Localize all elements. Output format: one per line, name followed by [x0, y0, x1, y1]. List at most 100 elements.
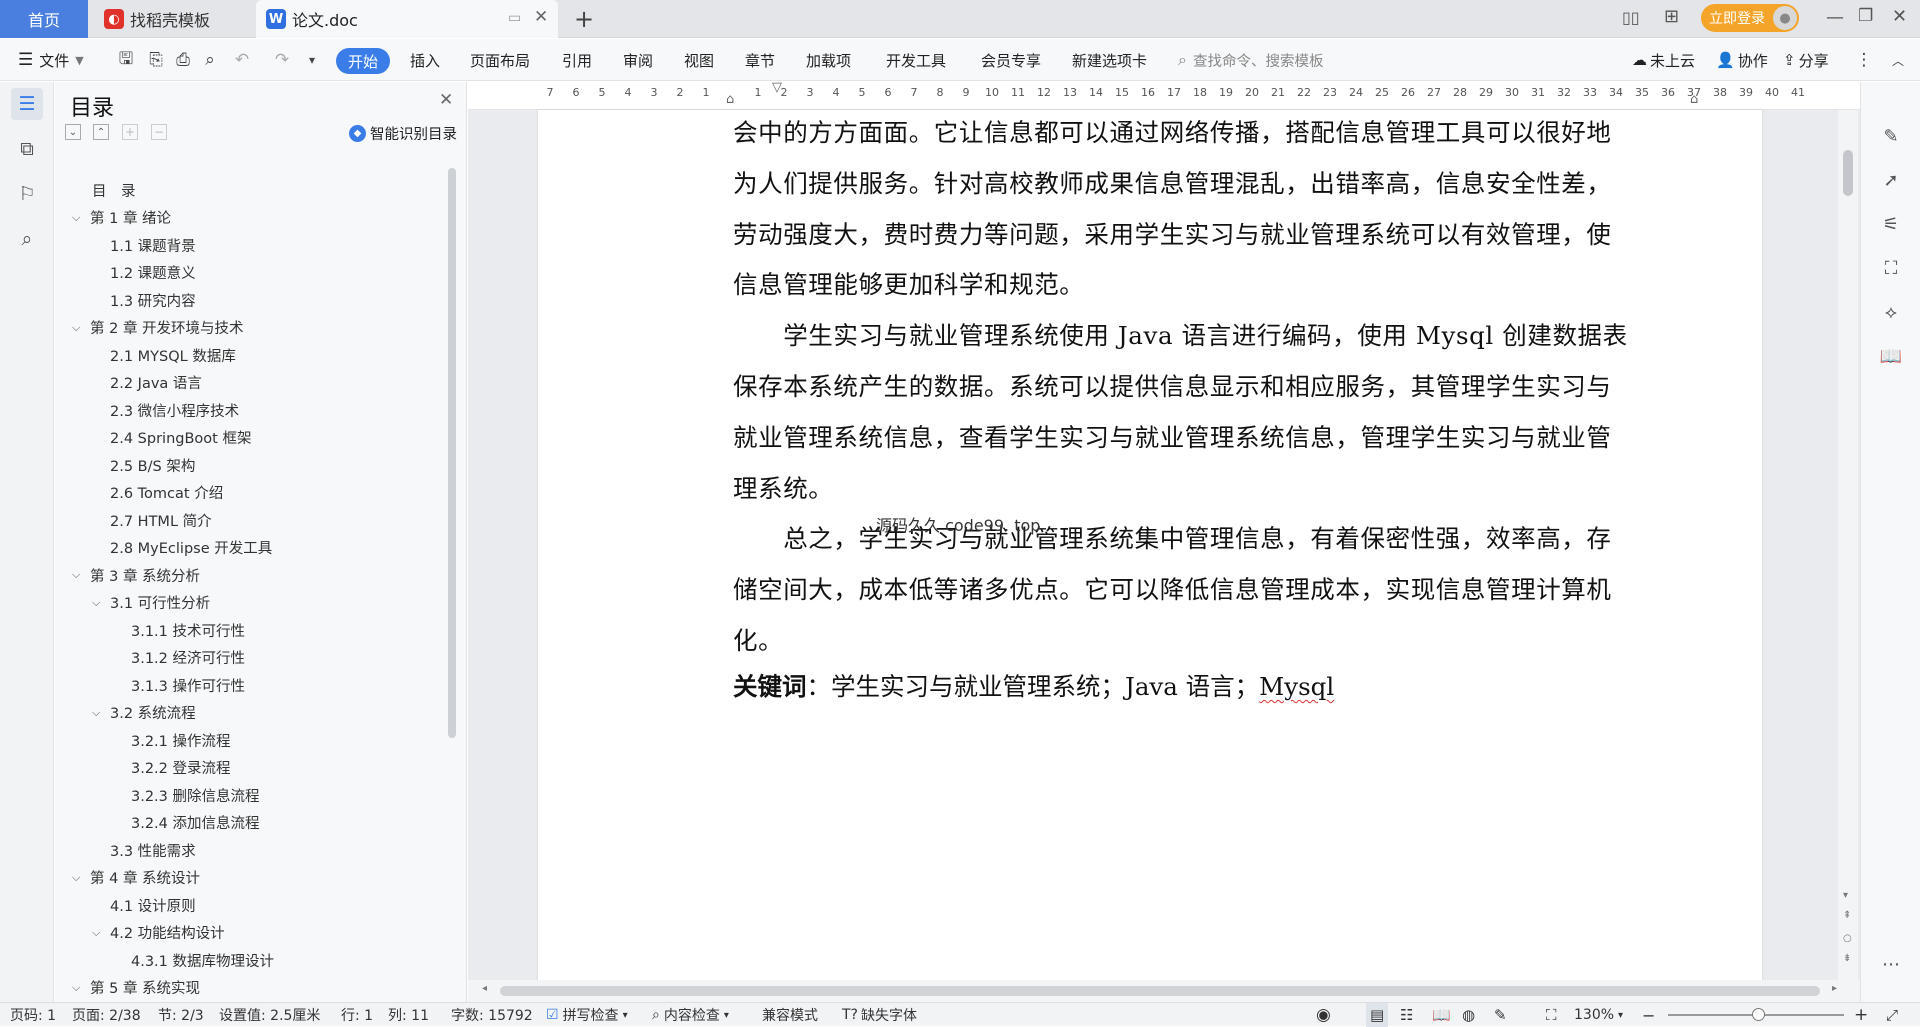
write-mode-icon[interactable]: ✎ [1494, 1003, 1507, 1027]
indent-marker-icon[interactable]: ⌂ [726, 92, 734, 107]
cloud-status-button[interactable]: ☁ 未上云 [1632, 39, 1695, 81]
smart-toc-button[interactable]: ◆ 智能识别目录 [349, 123, 457, 144]
toc-item[interactable]: ⌵ 第 3 章 系统分析 [72, 562, 200, 588]
minimize-icon[interactable]: — [1826, 7, 1844, 28]
toc-item[interactable]: 2.1 MYSQL 数据库 [110, 342, 236, 368]
image-edit-icon[interactable]: ⛶ [1879, 256, 1903, 280]
add-heading-icon[interactable]: + [122, 124, 138, 140]
status-setting[interactable]: 设置值: 2.5厘米 [219, 1003, 320, 1027]
toc-item[interactable]: ⌵ 4.2 功能结构设计 [92, 920, 225, 946]
undo-icon[interactable]: ↶ [232, 50, 252, 70]
collapse-all-icon[interactable]: ⌃ [93, 124, 109, 140]
status-col[interactable]: 列: 11 [388, 1003, 429, 1027]
save-icon[interactable]: 🖫 [116, 49, 136, 70]
status-row[interactable]: 行: 1 [341, 1003, 373, 1027]
chevron-down-icon[interactable]: ⌵ [92, 706, 110, 720]
command-search[interactable]: ⌕ 查找命令、搜索模板 [1178, 39, 1323, 81]
eye-protect-icon[interactable]: ◉ [1316, 1003, 1331, 1027]
content-check-button[interactable]: ⌕ 内容检查 ▾ [652, 1003, 729, 1027]
zoom-slider-handle[interactable] [1752, 1008, 1765, 1021]
toc-item[interactable]: ⌵ 3.1 可行性分析 [92, 590, 210, 616]
zoom-select[interactable]: 130% ▾ [1574, 1003, 1623, 1027]
tab-reference[interactable]: 引用 [562, 39, 592, 81]
chevron-down-icon[interactable]: ⌵ [72, 568, 90, 582]
toc-item[interactable]: 2.6 Tomcat 介绍 [110, 480, 223, 506]
tab-page-layout[interactable]: 页面布局 [470, 39, 530, 81]
toc-item[interactable]: ⌵ 3.2 系统流程 [92, 700, 196, 726]
pin-window-icon[interactable]: ▭ [508, 10, 521, 26]
tab-template[interactable]: ◐ 找稻壳模板 [92, 0, 252, 38]
tab-insert[interactable]: 插入 [410, 39, 440, 81]
web-view-icon[interactable]: ◍ [1462, 1003, 1475, 1027]
toc-item[interactable]: 2.7 HTML 简介 [110, 507, 212, 533]
scroll-down-icon[interactable]: ▾ [1843, 890, 1848, 901]
chevron-down-icon[interactable]: ⌵ [72, 981, 90, 995]
collapse-ribbon-icon[interactable]: ︿ [1888, 50, 1908, 70]
tab-new-tab[interactable]: 新建选项卡 [1072, 39, 1147, 81]
chevron-down-icon[interactable]: ⌵ [72, 211, 90, 225]
status-page[interactable]: 页面: 2/38 [72, 1003, 141, 1027]
login-button[interactable]: 立即登录 ● [1701, 4, 1799, 32]
export-pdf-icon[interactable]: ⎘ [146, 50, 166, 70]
toc-item[interactable]: 2.2 Java 语言 [110, 370, 202, 396]
scroll-right-icon[interactable]: ▸ [1832, 983, 1837, 994]
toc-item[interactable]: 3.2.2 登录流程 [131, 755, 231, 781]
toc-item[interactable]: 3.2.4 添加信息流程 [131, 810, 260, 836]
share-button[interactable]: ⇪ 分享 [1783, 39, 1829, 81]
next-page-icon[interactable]: ⇟ [1843, 953, 1851, 964]
toc-item[interactable]: ⌵ 第 4 章 系统设计 [72, 865, 200, 891]
toc-item[interactable]: 2.3 微信小程序技术 [110, 397, 239, 423]
select-cursor-icon[interactable]: ➚ [1879, 168, 1903, 192]
close-window-icon[interactable]: ✕ [1892, 6, 1907, 27]
navigation-icon[interactable]: ⧉ [11, 133, 43, 165]
tab-member[interactable]: 会员专享 [981, 39, 1041, 81]
collab-button[interactable]: 👤 协作 [1716, 39, 1768, 81]
prev-page-icon[interactable]: ⇞ [1843, 910, 1851, 921]
apps-grid-icon[interactable]: ⊞ [1664, 6, 1679, 27]
bookmark-icon[interactable]: ⚐ [11, 178, 43, 210]
status-page-code[interactable]: 页码: 1 [10, 1003, 56, 1027]
tab-view[interactable]: 视图 [684, 39, 714, 81]
toc-item[interactable]: 4.3.1 数据库物理设计 [131, 947, 274, 973]
remove-heading-icon[interactable]: − [151, 124, 167, 140]
find-icon[interactable]: ⌕ [11, 223, 43, 255]
chevron-down-icon[interactable]: ⌵ [72, 321, 90, 335]
toc-scrollbar[interactable] [448, 168, 456, 738]
print-preview-icon[interactable]: ⌕ [200, 50, 220, 70]
tab-start[interactable]: 开始 [336, 48, 390, 74]
fit-page-icon[interactable]: ⛶ [1546, 1003, 1557, 1027]
toc-item[interactable]: 3.2.1 操作流程 [131, 727, 231, 753]
horizontal-scrollbar[interactable]: ◂ ▸ [468, 980, 1860, 1002]
toc-item[interactable]: ⌵ 第 5 章 系统实现 [72, 975, 200, 1001]
layout-icon[interactable]: ▯▯ [1622, 8, 1640, 27]
status-section[interactable]: 节: 2/3 [158, 1003, 204, 1027]
tab-dev-tools[interactable]: 开发工具 [886, 39, 946, 81]
chevron-down-icon[interactable]: ⌵ [92, 596, 110, 610]
toc-panel-icon[interactable]: ☰ [11, 88, 43, 120]
restore-icon[interactable]: ❐ [1858, 6, 1873, 26]
fullscreen-icon[interactable]: ⤢ [1886, 1003, 1898, 1027]
toc-item[interactable]: 3.1.2 经济可行性 [131, 645, 245, 671]
select-browse-icon[interactable]: ○ [1843, 933, 1852, 944]
pen-icon[interactable]: ✎ [1879, 124, 1903, 148]
horizontal-scroll-thumb[interactable] [500, 986, 1820, 996]
scroll-left-icon[interactable]: ◂ [482, 983, 487, 994]
toc-item[interactable]: 3.3 性能需求 [110, 837, 196, 863]
missing-font-button[interactable]: T? 缺失字体 [842, 1003, 917, 1027]
tab-review[interactable]: 审阅 [623, 39, 653, 81]
toc-item[interactable]: ⌵ 第 1 章 绪论 [72, 205, 171, 231]
toc-item[interactable]: 2.5 B/S 架构 [110, 452, 195, 478]
status-wordcount[interactable]: 字数: 15792 [451, 1003, 533, 1027]
zoom-in-icon[interactable]: + [1854, 1003, 1868, 1027]
ai-assist-icon[interactable]: ⟡ [1879, 300, 1903, 324]
close-tab-icon[interactable]: ✕ [534, 7, 548, 27]
toc-item[interactable]: 4.1 设计原则 [110, 892, 196, 918]
toc-item[interactable]: 目 录 [92, 177, 136, 203]
more-vertical-icon[interactable]: ⋮ [1854, 50, 1874, 70]
toc-item[interactable]: 2.8 MyEclipse 开发工具 [110, 535, 272, 561]
file-menu[interactable]: ☰ 文件 ▼ [18, 39, 84, 81]
chevron-down-icon[interactable]: ⌵ [72, 871, 90, 885]
toc-item[interactable]: 3.1.1 技术可行性 [131, 617, 245, 643]
customize-chevron-icon[interactable]: ▾ [302, 50, 322, 70]
zoom-out-icon[interactable]: − [1642, 1003, 1655, 1027]
